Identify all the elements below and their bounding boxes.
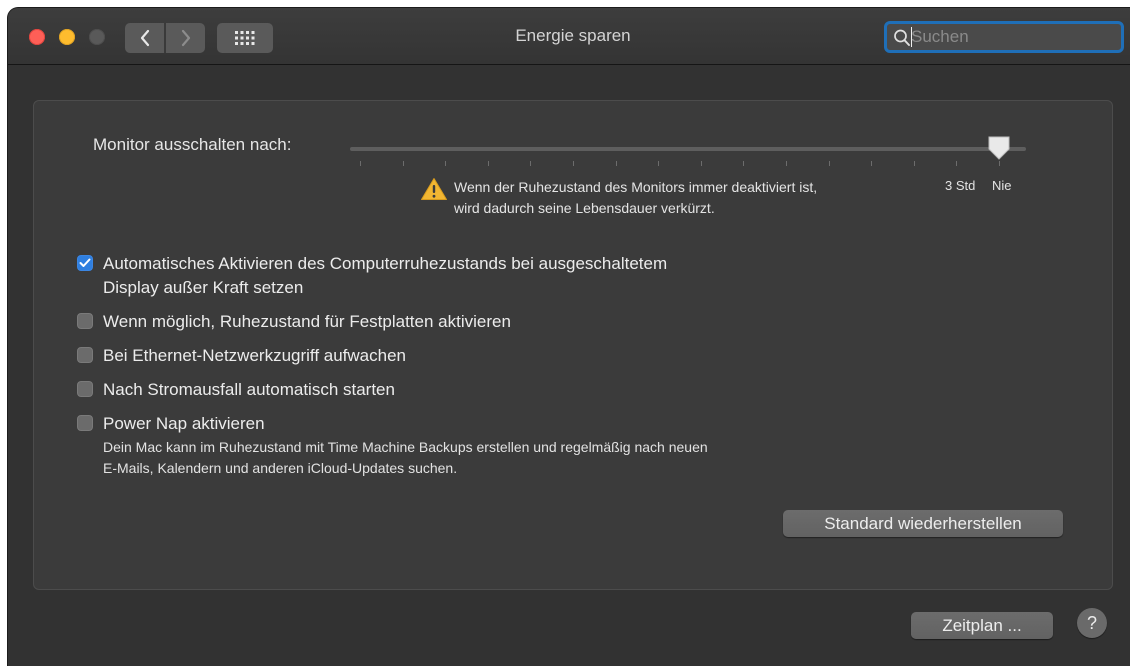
tick-label-never: Nie — [992, 178, 1012, 193]
description-line: Dein Mac kann im Ruhezustand mit Time Ma… — [103, 439, 708, 455]
tick-label-3h: 3 Std — [945, 178, 976, 193]
option-label: Automatisches Aktivieren des Computerruh… — [103, 252, 667, 300]
option-label: Power Nap aktivieren — [103, 414, 265, 433]
description-line: E-Mails, Kalendern und anderen iCloud-Up… — [103, 460, 458, 476]
slider-tick — [871, 161, 872, 166]
warning-triangle-icon — [421, 178, 447, 200]
checkbox[interactable] — [77, 415, 93, 431]
warning-line: Wenn der Ruhezustand des Monitors immer … — [454, 179, 818, 195]
checkbox[interactable] — [77, 255, 93, 271]
slider-tick — [360, 161, 361, 166]
option-restart-power-failure[interactable]: Nach Stromausfall automatisch starten — [77, 378, 395, 402]
slider-tick — [829, 161, 830, 166]
slider-tick — [956, 161, 957, 166]
option-label-line: Automatisches Aktivieren des Computerruh… — [103, 254, 668, 273]
checkbox[interactable] — [77, 347, 93, 363]
checkmark-icon — [79, 258, 91, 267]
option-label: Nach Stromausfall automatisch starten — [103, 380, 395, 399]
display-sleep-slider-thumb[interactable] — [987, 135, 1011, 163]
option-prevent-sleep[interactable]: Automatisches Aktivieren des Computerruh… — [77, 252, 667, 300]
option-label: Wenn möglich, Ruhezustand für Festplatte… — [103, 312, 511, 331]
magnifier-icon — [894, 29, 910, 46]
option-power-nap[interactable]: Power Nap aktivieren — [77, 412, 265, 436]
power-nap-description: Dein Mac kann im Ruhezustand mit Time Ma… — [103, 437, 863, 479]
slider-tick — [403, 161, 404, 166]
restore-defaults-button[interactable]: Standard wiederherstellen — [783, 510, 1063, 537]
option-label: Bei Ethernet-Netzwerkzugriff aufwachen — [103, 346, 407, 365]
warning-line: wird dadurch seine Lebensdauer verkürzt. — [454, 200, 715, 216]
option-disk-sleep[interactable]: Wenn möglich, Ruhezustand für Festplatte… — [77, 310, 511, 334]
schedule-button[interactable]: Zeitplan ... — [911, 612, 1053, 639]
slider-tick — [786, 161, 787, 166]
slider-tick — [445, 161, 446, 166]
display-sleep-warning: Wenn der Ruhezustand des Monitors immer … — [454, 177, 924, 219]
checkbox[interactable] — [77, 381, 93, 397]
settings-panel: Monitor ausschalten nach: Wenn der Ruhez… — [33, 100, 1113, 590]
search-input[interactable] — [911, 24, 1111, 50]
option-wake-ethernet[interactable]: Bei Ethernet-Netzwerkzugriff aufwachen — [77, 344, 406, 368]
slider-tick — [488, 161, 489, 166]
display-sleep-label: Monitor ausschalten nach: — [93, 135, 292, 154]
slider-tick — [530, 161, 531, 166]
slider-tick — [743, 161, 744, 166]
slider-tick — [701, 161, 702, 166]
checkbox[interactable] — [77, 313, 93, 329]
slider-tick — [658, 161, 659, 166]
display-sleep-slider-track[interactable] — [350, 147, 1026, 151]
option-label-line: Display außer Kraft setzen — [103, 278, 304, 297]
help-button[interactable]: ? — [1077, 608, 1107, 638]
search-field[interactable] — [884, 21, 1124, 53]
slider-tick — [616, 161, 617, 166]
slider-tick — [914, 161, 915, 166]
preferences-window: Energie sparen Monitor ausschalten nach:… — [8, 8, 1130, 666]
title-bar: Energie sparen — [8, 8, 1130, 65]
slider-tick — [573, 161, 574, 166]
